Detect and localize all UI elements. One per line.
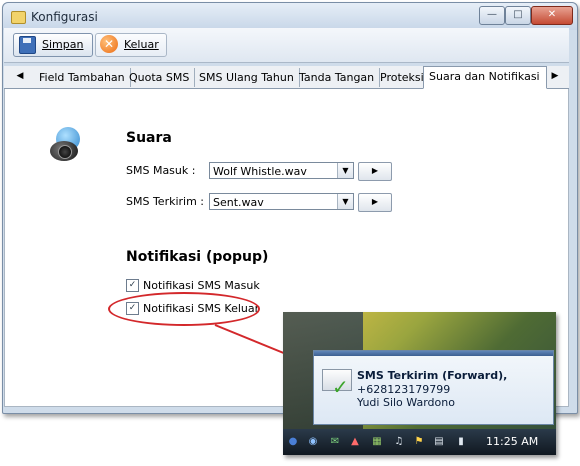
- power-icon[interactable]: ▮: [455, 436, 467, 448]
- sms-tray-icon[interactable]: ▲: [349, 436, 361, 448]
- tab-suara-dan-notifikasi[interactable]: Suara dan Notifikasi: [423, 66, 547, 89]
- tab-scroll-left-icon[interactable]: ◀: [14, 70, 26, 83]
- save-button[interactable]: Simpan: [13, 33, 93, 57]
- taskbar-clock[interactable]: 11:25 AM: [486, 435, 538, 448]
- tab-quota-sms[interactable]: Quota SMS: [124, 68, 196, 87]
- volume-icon[interactable]: ♫: [393, 436, 405, 448]
- grid-icon[interactable]: ▦: [371, 436, 383, 448]
- close-button[interactable]: ✕: [531, 6, 573, 25]
- popup-title: SMS Terkirim (Forward),: [357, 369, 508, 382]
- warning-flag-icon[interactable]: ⚑: [413, 436, 425, 448]
- incoming-notification-label: Notifikasi SMS Masuk: [143, 279, 260, 292]
- exit-button-label: Keluar: [124, 38, 159, 51]
- notification-heading: Notifikasi (popup): [126, 249, 269, 265]
- tab-proteksi[interactable]: Proteksi: [375, 68, 430, 87]
- sms-popup[interactable]: ✓ SMS Terkirim (Forward), +628123179799 …: [313, 350, 554, 425]
- chevron-down-icon[interactable]: ▼: [337, 194, 353, 209]
- device-icon[interactable]: ▤: [433, 436, 445, 448]
- speaker-icon: [50, 123, 86, 163]
- play-incoming-button[interactable]: ▶: [358, 162, 392, 181]
- incoming-sound-select[interactable]: Wolf Whistle.wav ▼: [209, 162, 354, 179]
- save-button-label: Simpan: [42, 38, 84, 51]
- play-sent-button[interactable]: ▶: [358, 193, 392, 212]
- incoming-notification-checkbox[interactable]: ✓: [126, 279, 139, 292]
- popup-number: +628123179799: [357, 383, 451, 396]
- folder-icon: [11, 11, 26, 24]
- tab-sms-ulang-tahun[interactable]: SMS Ulang Tahun: [194, 68, 300, 87]
- sent-sound-label: SMS Terkirim :: [126, 195, 205, 208]
- sent-sound-value: Sent.wav: [213, 196, 264, 209]
- incoming-sound-label: SMS Masuk :: [126, 164, 196, 177]
- toolbar: Simpan ✕ Keluar: [4, 28, 569, 63]
- incoming-sound-value: Wolf Whistle.wav: [213, 165, 307, 178]
- play-icon: ▶: [371, 197, 379, 206]
- play-icon: ▶: [371, 166, 379, 175]
- network-icon[interactable]: ◉: [307, 436, 319, 448]
- chevron-down-icon[interactable]: ▼: [337, 163, 353, 178]
- bluetooth-icon[interactable]: ●: [287, 436, 299, 448]
- tab-strip: ◀ Field Tambahan Quota SMS SMS Ulang Tah…: [4, 66, 569, 89]
- window-title: Konfigurasi: [31, 10, 98, 24]
- tab-scroll-right-icon[interactable]: ▶: [549, 70, 561, 83]
- title-bar[interactable]: Konfigurasi — □ ✕: [3, 3, 577, 30]
- minimize-button[interactable]: —: [479, 6, 505, 25]
- tab-tanda-tangan[interactable]: Tanda Tangan: [294, 68, 381, 87]
- sound-heading: Suara: [126, 130, 172, 146]
- tab-field-tambahan[interactable]: Field Tambahan: [34, 68, 131, 87]
- exit-button[interactable]: ✕ Keluar: [95, 33, 167, 57]
- floppy-disk-icon: [19, 36, 36, 54]
- close-circle-icon: ✕: [100, 35, 118, 53]
- checkmark-icon: ✓: [332, 375, 349, 399]
- maximize-button[interactable]: □: [505, 6, 531, 25]
- sent-sound-select[interactable]: Sent.wav ▼: [209, 193, 354, 210]
- callout-ellipse: [108, 292, 260, 326]
- popup-contact-name: Yudi Silo Wardono: [357, 396, 455, 409]
- mail-icon[interactable]: ✉: [329, 436, 341, 448]
- popup-title-bar: [314, 351, 553, 356]
